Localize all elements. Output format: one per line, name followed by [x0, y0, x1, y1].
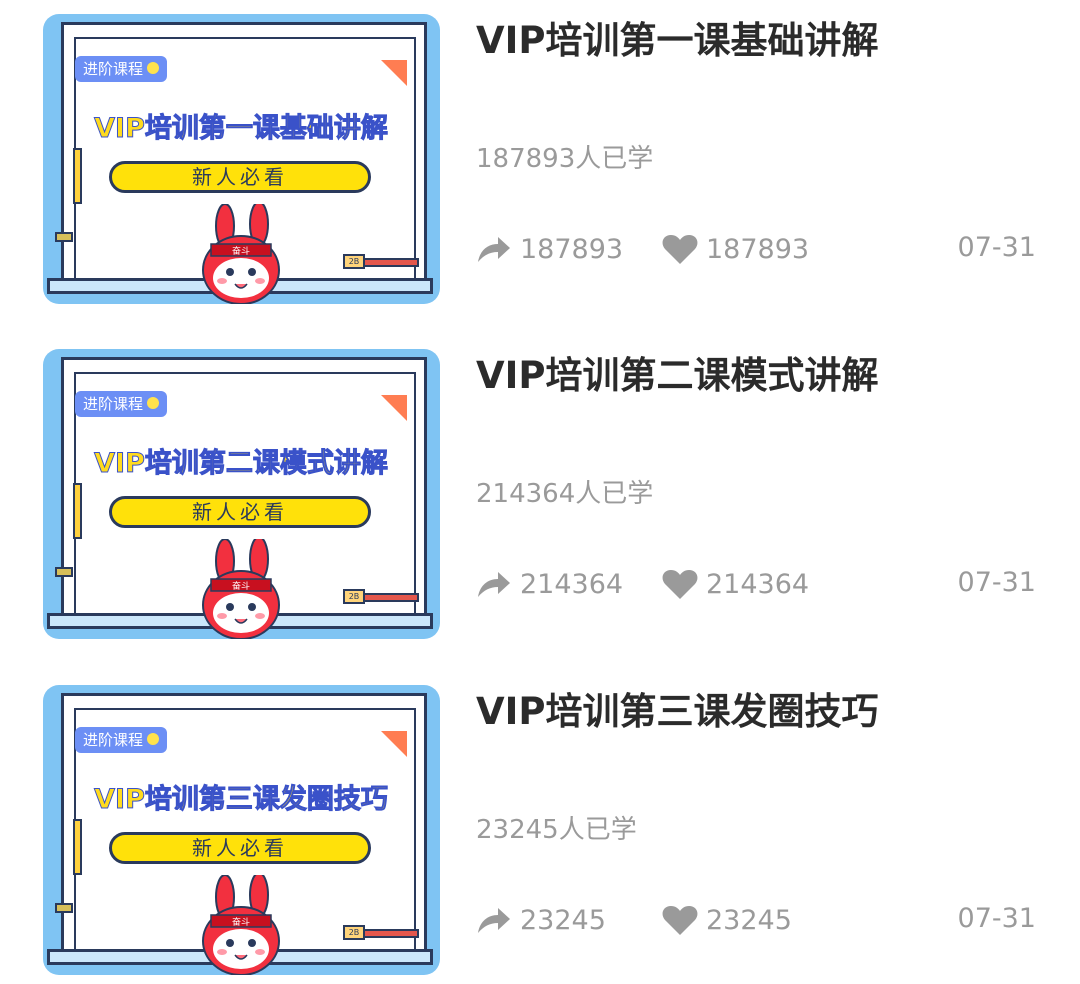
star-icon — [147, 62, 160, 74]
share-count: 187893 — [520, 233, 624, 265]
star-icon — [147, 397, 160, 409]
learner-count: 214364人已学 — [476, 479, 654, 509]
rabbit-mascot-icon: 奋斗 — [202, 204, 280, 304]
publish-date: 07-31 — [957, 903, 1036, 934]
course-thumbnail[interactable]: 进阶课程 VIP培训第二课模式讲解 新人必看 2B 奋斗 — [43, 349, 440, 639]
ruler-icon — [73, 819, 82, 875]
mascot-badge: 奋斗 — [232, 580, 250, 592]
learner-count: 187893人已学 — [476, 144, 654, 174]
star-icon — [147, 733, 160, 745]
course-thumbnail[interactable]: 进阶课程 VIP培训第三课发圈技巧 新人必看 2B 奋斗 — [43, 685, 440, 975]
pencil-label: 2B — [343, 589, 365, 604]
heart-icon — [662, 906, 698, 935]
ruler-icon — [73, 148, 82, 204]
thumbnail-tag-label: 进阶课程 — [83, 60, 144, 78]
thumbnail-subtitle: 新人必看 — [109, 496, 371, 528]
course-item-2[interactable]: 进阶课程 VIP培训第二课模式讲解 新人必看 2B 奋斗 VIP培训第二课模式讲… — [0, 335, 1080, 639]
clip-icon — [55, 567, 73, 577]
like-count: 23245 — [706, 904, 792, 936]
like-stat[interactable]: 214364 — [662, 567, 809, 601]
course-thumbnail[interactable]: 进阶课程 VIP培训第一课基础讲解 新人必看 2B 奋斗 — [43, 14, 440, 304]
share-icon — [478, 908, 510, 933]
course-list: 进阶课程 VIP培训第一课基础讲解 新人必看 2B 奋斗 VIP培训第一课基础讲… — [0, 0, 1080, 984]
like-count: 214364 — [706, 568, 810, 600]
share-icon — [478, 237, 510, 262]
learner-count: 23245人已学 — [476, 815, 637, 845]
heart-icon — [662, 570, 698, 599]
thumbnail-title: VIP培训第一课基础讲解 — [94, 113, 389, 145]
share-stat[interactable]: 214364 — [476, 567, 623, 601]
course-title[interactable]: VIP培训第一课基础讲解 — [476, 10, 879, 64]
set-square-icon — [381, 395, 407, 421]
share-stat[interactable]: 23245 — [476, 903, 606, 937]
mascot-badge: 奋斗 — [232, 916, 250, 928]
course-title[interactable]: VIP培训第三课发圈技巧 — [476, 681, 879, 735]
pencil-label: 2B — [343, 925, 365, 940]
thumbnail-tag-label: 进阶课程 — [83, 731, 144, 749]
course-item-3[interactable]: 进阶课程 VIP培训第三课发圈技巧 新人必看 2B 奋斗 VIP培训第三课发圈技… — [0, 671, 1080, 975]
publish-date: 07-31 — [957, 232, 1036, 263]
course-title[interactable]: VIP培训第二课模式讲解 — [476, 345, 879, 399]
publish-date: 07-31 — [957, 567, 1036, 598]
share-icon — [478, 572, 510, 597]
thumbnail-tag: 进阶课程 — [75, 391, 168, 417]
mascot-badge: 奋斗 — [232, 245, 250, 257]
thumbnail-title: VIP培训第三课发圈技巧 — [94, 784, 389, 816]
clip-icon — [55, 232, 73, 242]
ruler-icon — [73, 483, 82, 539]
rabbit-mascot-icon: 奋斗 — [202, 875, 280, 975]
set-square-icon — [381, 60, 407, 86]
pencil-label: 2B — [343, 254, 365, 269]
clip-icon — [55, 903, 73, 913]
thumbnail-tag: 进阶课程 — [75, 56, 168, 82]
share-count: 23245 — [520, 904, 606, 936]
share-count: 214364 — [520, 568, 624, 600]
thumbnail-tag-label: 进阶课程 — [83, 395, 144, 413]
like-count: 187893 — [706, 233, 810, 265]
like-stat[interactable]: 187893 — [662, 232, 809, 266]
like-stat[interactable]: 23245 — [662, 903, 792, 937]
heart-icon — [662, 235, 698, 264]
set-square-icon — [381, 731, 407, 757]
course-item-1[interactable]: 进阶课程 VIP培训第一课基础讲解 新人必看 2B 奋斗 VIP培训第一课基础讲… — [0, 0, 1080, 304]
rabbit-mascot-icon: 奋斗 — [202, 539, 280, 639]
thumbnail-subtitle: 新人必看 — [109, 832, 371, 864]
thumbnail-subtitle: 新人必看 — [109, 161, 371, 193]
thumbnail-tag: 进阶课程 — [75, 727, 168, 753]
share-stat[interactable]: 187893 — [476, 232, 623, 266]
thumbnail-title: VIP培训第二课模式讲解 — [94, 448, 389, 480]
